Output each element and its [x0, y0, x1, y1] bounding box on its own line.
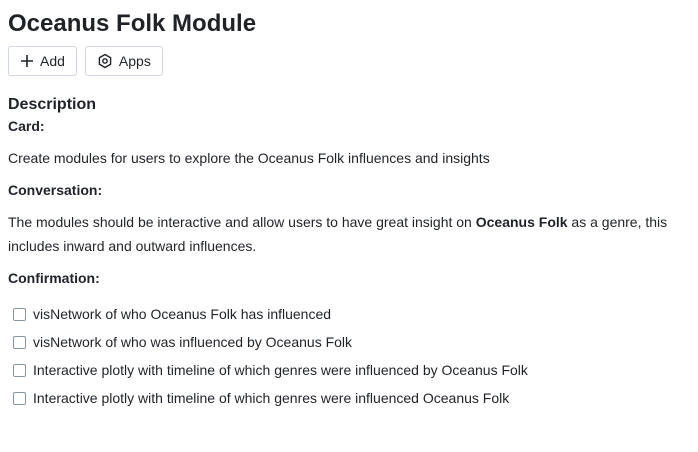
description-heading: Description	[8, 96, 97, 113]
apps-button[interactable]: Apps	[84, 46, 163, 76]
checklist-item: visNetwork of who Oceanus Folk has influ…	[8, 300, 690, 328]
card-label: Card:	[8, 118, 45, 134]
toolbar: Add Apps	[8, 46, 690, 76]
checklist-item-label: visNetwork of who was influenced by Ocea…	[33, 334, 353, 350]
checklist-item-label: Interactive plotly with timeline of whic…	[33, 362, 528, 378]
confirmation-label: Confirmation:	[8, 270, 100, 286]
plus-icon	[20, 54, 34, 68]
checklist-item-label: Interactive plotly with timeline of whic…	[33, 390, 510, 406]
page-content: Oceanus Folk Module Add Apps Description…	[0, 8, 698, 412]
checkbox[interactable]	[13, 307, 26, 321]
conversation-text-start: The modules should be interactive and al…	[8, 214, 476, 230]
confirmation-checklist: visNetwork of who Oceanus Folk has influ…	[8, 300, 690, 412]
checkbox[interactable]	[13, 335, 26, 349]
add-button-label: Add	[40, 53, 65, 69]
apps-button-label: Apps	[118, 53, 151, 69]
checkbox[interactable]	[13, 391, 26, 405]
checkbox[interactable]	[13, 363, 26, 377]
checklist-item: Interactive plotly with timeline of whic…	[8, 356, 690, 384]
conversation-label: Conversation:	[8, 182, 103, 198]
page-title: Oceanus Folk Module	[8, 10, 257, 37]
checklist-item-label: visNetwork of who Oceanus Folk has influ…	[33, 306, 332, 322]
hexagon-gear-icon	[97, 53, 113, 69]
add-button[interactable]: Add	[8, 46, 77, 76]
checklist-item: Interactive plotly with timeline of whic…	[8, 384, 690, 412]
conversation-text-bold: Oceanus Folk	[475, 214, 568, 230]
checklist-item: visNetwork of who was influenced by Ocea…	[8, 328, 690, 356]
card-text: Create modules for users to explore the …	[8, 150, 490, 166]
conversation-text: The modules should be interactive and al…	[8, 210, 690, 258]
